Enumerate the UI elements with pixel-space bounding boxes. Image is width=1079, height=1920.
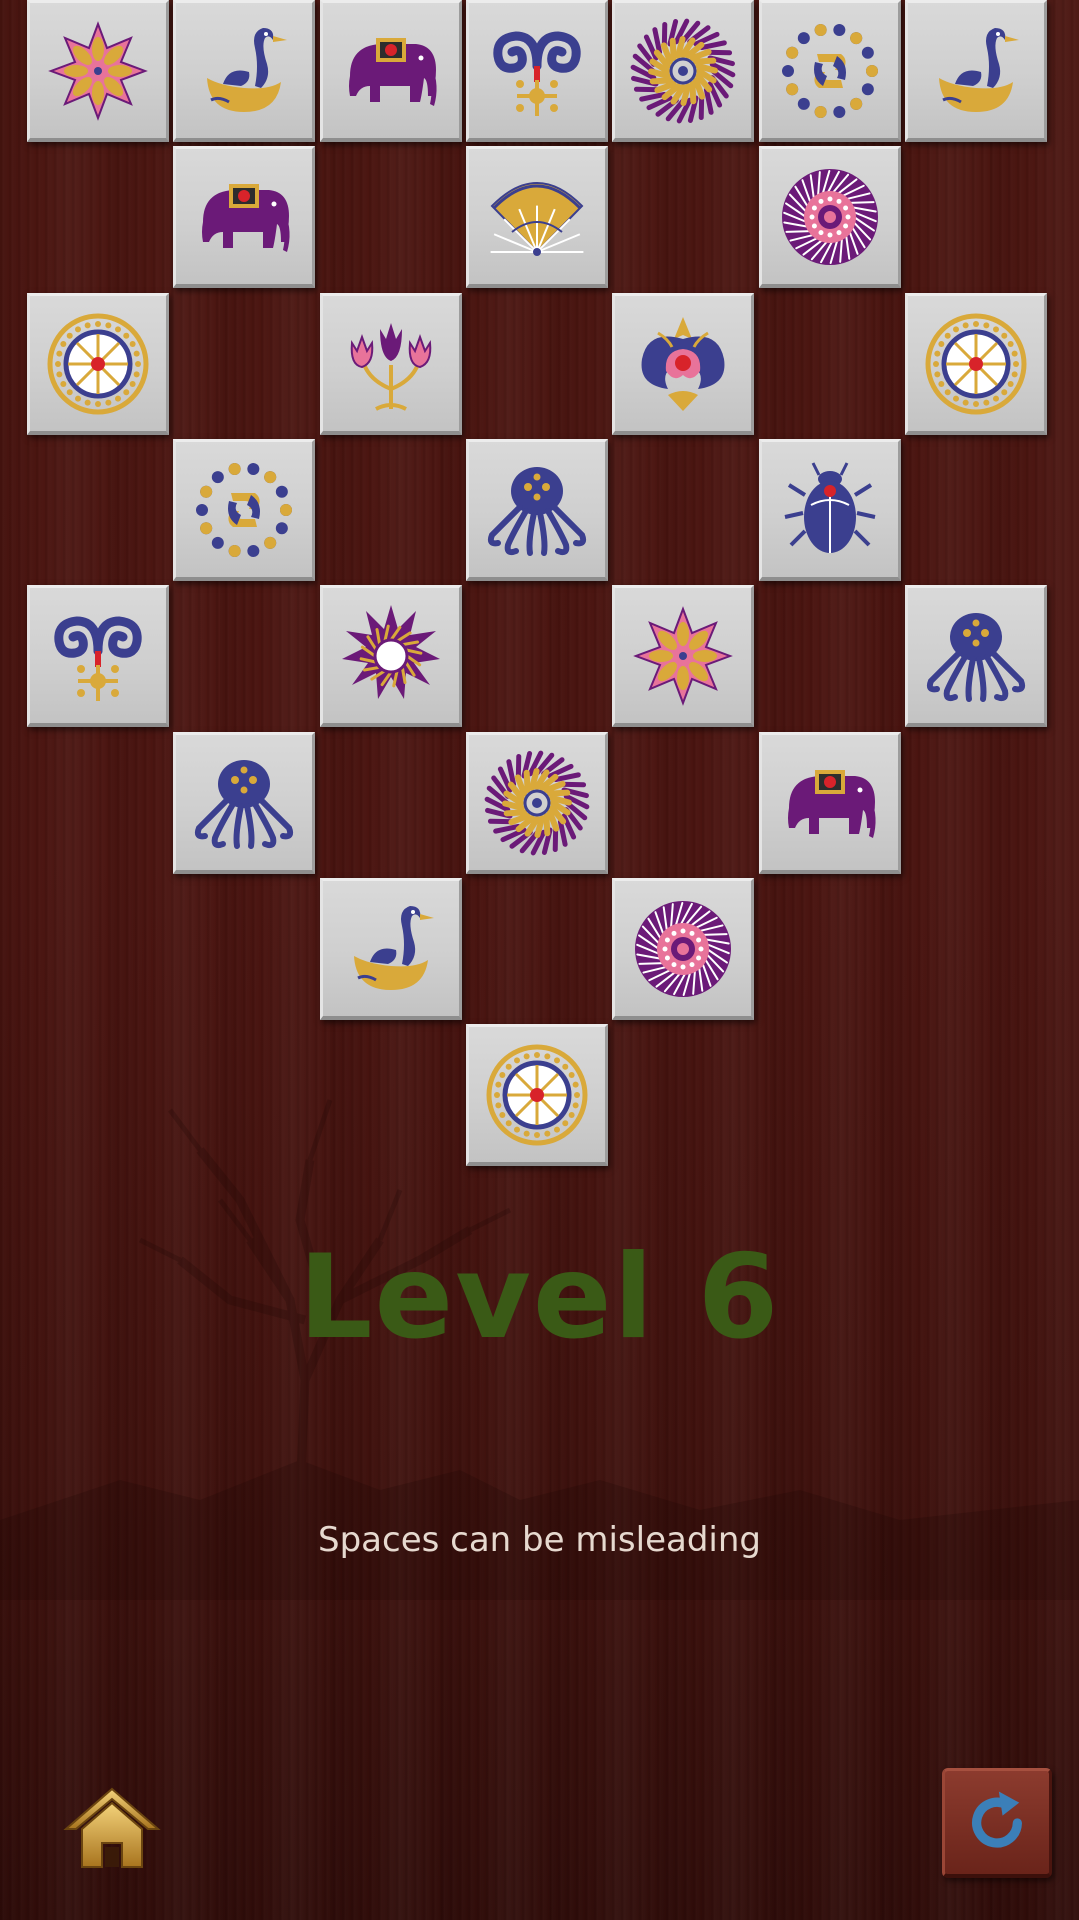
game-tile[interactable] xyxy=(612,293,754,435)
octopus-icon xyxy=(487,466,587,556)
lotus-icon xyxy=(641,316,725,411)
tulips-icon xyxy=(350,322,432,411)
flower-icon xyxy=(48,20,148,121)
tile-board xyxy=(0,0,1079,1170)
octopus-icon xyxy=(194,759,294,849)
game-tile[interactable] xyxy=(466,146,608,288)
restart-icon xyxy=(972,1791,1022,1848)
octopus-icon xyxy=(926,612,1026,702)
game-tile[interactable] xyxy=(320,0,462,142)
dots-ring-icon xyxy=(196,462,292,557)
game-tile[interactable] xyxy=(612,878,754,1020)
elephant-icon xyxy=(202,183,290,252)
home-icon xyxy=(63,1787,161,1868)
game-tile[interactable] xyxy=(320,878,462,1020)
game-tile[interactable] xyxy=(759,439,901,581)
game-tile[interactable] xyxy=(466,439,608,581)
game-tile[interactable] xyxy=(905,293,1047,435)
rosette-icon xyxy=(782,168,878,265)
game-tile[interactable] xyxy=(466,732,608,874)
game-tile[interactable] xyxy=(905,0,1047,142)
swan-icon xyxy=(939,27,1019,112)
wheel-icon xyxy=(925,313,1027,414)
game-tile[interactable] xyxy=(612,585,754,727)
restart-button[interactable] xyxy=(942,1768,1052,1878)
wheel-icon xyxy=(47,313,149,414)
ram-horns-icon xyxy=(54,615,142,701)
fan-icon xyxy=(490,181,584,256)
spiral-sun-icon xyxy=(484,750,590,855)
game-tile[interactable] xyxy=(173,439,315,581)
elephant-icon xyxy=(788,769,876,838)
game-tile[interactable] xyxy=(27,0,169,142)
swan-icon xyxy=(207,27,287,112)
game-tile[interactable] xyxy=(173,146,315,288)
spiral-sun-icon xyxy=(630,18,736,123)
game-tile[interactable] xyxy=(466,0,608,142)
level-title: Level 6 xyxy=(298,1230,781,1365)
game-tile[interactable] xyxy=(466,1024,608,1166)
dots-ring-icon xyxy=(782,23,878,118)
game-tile[interactable] xyxy=(173,732,315,874)
ram-horns-icon xyxy=(493,30,581,116)
game-tile[interactable] xyxy=(759,732,901,874)
game-tile[interactable] xyxy=(173,0,315,142)
level-hint: Spaces can be misleading xyxy=(318,1520,761,1560)
game-tile[interactable] xyxy=(759,146,901,288)
game-tile[interactable] xyxy=(612,0,754,142)
home-button[interactable] xyxy=(62,1785,162,1871)
rosette-icon xyxy=(635,900,731,997)
game-tile[interactable] xyxy=(905,585,1047,727)
elephant-icon xyxy=(349,37,437,106)
sun-icon xyxy=(342,604,440,699)
beetle-icon xyxy=(784,461,876,553)
game-tile[interactable] xyxy=(759,0,901,142)
game-tile[interactable] xyxy=(27,293,169,435)
flower-icon xyxy=(633,605,733,706)
wheel-icon xyxy=(486,1044,588,1145)
game-tile[interactable] xyxy=(320,293,462,435)
swan-icon xyxy=(354,905,434,990)
game-tile[interactable] xyxy=(27,585,169,727)
game-tile[interactable] xyxy=(320,585,462,727)
